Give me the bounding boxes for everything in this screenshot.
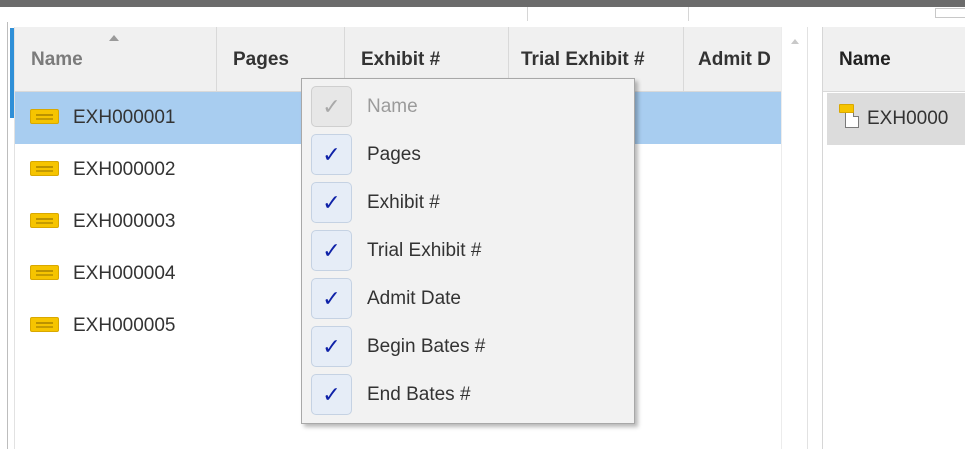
- menu-item-trial-exhibit[interactable]: ✓ Trial Exhibit #: [302, 227, 634, 275]
- menu-item-label: Begin Bates #: [367, 336, 486, 357]
- detail-column-header-name[interactable]: Name: [823, 27, 965, 92]
- checkmark-icon: ✓: [311, 86, 352, 127]
- menu-item-exhibit[interactable]: ✓ Exhibit #: [302, 179, 634, 227]
- column-header-label: Admit D: [698, 49, 771, 70]
- exhibit-tag-icon: [30, 109, 59, 124]
- row-name-cell: EXH000001: [73, 107, 176, 128]
- row-name-cell: EXH000004: [73, 263, 176, 284]
- menu-item-pages[interactable]: ✓ Pages: [302, 131, 634, 179]
- row-name-cell: EXH000002: [73, 159, 176, 180]
- checkmark-icon[interactable]: ✓: [311, 326, 352, 367]
- column-header-label: Trial Exhibit #: [521, 49, 645, 70]
- column-header-admit-date[interactable]: Admit D: [684, 27, 782, 92]
- frame-divider: [527, 7, 528, 21]
- checkmark-icon[interactable]: ✓: [311, 278, 352, 319]
- detail-list-item[interactable]: EXH0000: [827, 93, 965, 145]
- scroll-up-arrow-icon[interactable]: [791, 39, 799, 44]
- title-bar-strip: [0, 0, 965, 7]
- row-name-cell: EXH000003: [73, 211, 176, 232]
- sort-ascending-icon: [109, 35, 119, 41]
- column-chooser-menu: ✓ Name ✓ Pages ✓ Exhibit # ✓ Trial Exhib…: [301, 78, 635, 424]
- column-header-label: Pages: [233, 49, 289, 70]
- checkmark-icon[interactable]: ✓: [311, 182, 352, 223]
- menu-item-label: Name: [367, 96, 418, 117]
- menu-item-label: Trial Exhibit #: [367, 240, 482, 261]
- menu-item-end-bates[interactable]: ✓ End Bates #: [302, 371, 634, 419]
- column-header-label: Name: [31, 49, 83, 70]
- menu-item-label: Exhibit #: [367, 192, 440, 213]
- menu-item-begin-bates[interactable]: ✓ Begin Bates #: [302, 323, 634, 371]
- menu-item-label: End Bates #: [367, 384, 471, 405]
- checkmark-icon[interactable]: ✓: [311, 374, 352, 415]
- left-edge: [0, 22, 14, 449]
- checkmark-icon[interactable]: ✓: [311, 230, 352, 271]
- window-top-frame: [0, 0, 965, 22]
- left-edge-rule: [7, 22, 8, 449]
- detail-pane: Name EXH0000: [822, 27, 965, 449]
- row-name-cell: EXH000005: [73, 315, 176, 336]
- menu-item-admit-date[interactable]: ✓ Admit Date: [302, 275, 634, 323]
- frame-corner-control: [935, 8, 965, 18]
- checkmark-icon[interactable]: ✓: [311, 134, 352, 175]
- grid-vertical-scrollbar[interactable]: [781, 27, 808, 449]
- exhibit-document-icon: [839, 104, 861, 130]
- column-header-label: Exhibit #: [361, 49, 441, 70]
- column-header-name[interactable]: Name: [15, 27, 217, 92]
- menu-item-label: Admit Date: [367, 288, 461, 309]
- exhibit-tag-icon: [30, 161, 59, 176]
- exhibit-tag-icon: [30, 265, 59, 280]
- exhibit-tag-icon: [30, 213, 59, 228]
- exhibit-tag-icon: [30, 317, 59, 332]
- menu-item-name: ✓ Name: [302, 83, 634, 131]
- menu-item-label: Pages: [367, 144, 421, 165]
- frame-divider: [688, 7, 689, 21]
- detail-item-label: EXH0000: [867, 108, 949, 129]
